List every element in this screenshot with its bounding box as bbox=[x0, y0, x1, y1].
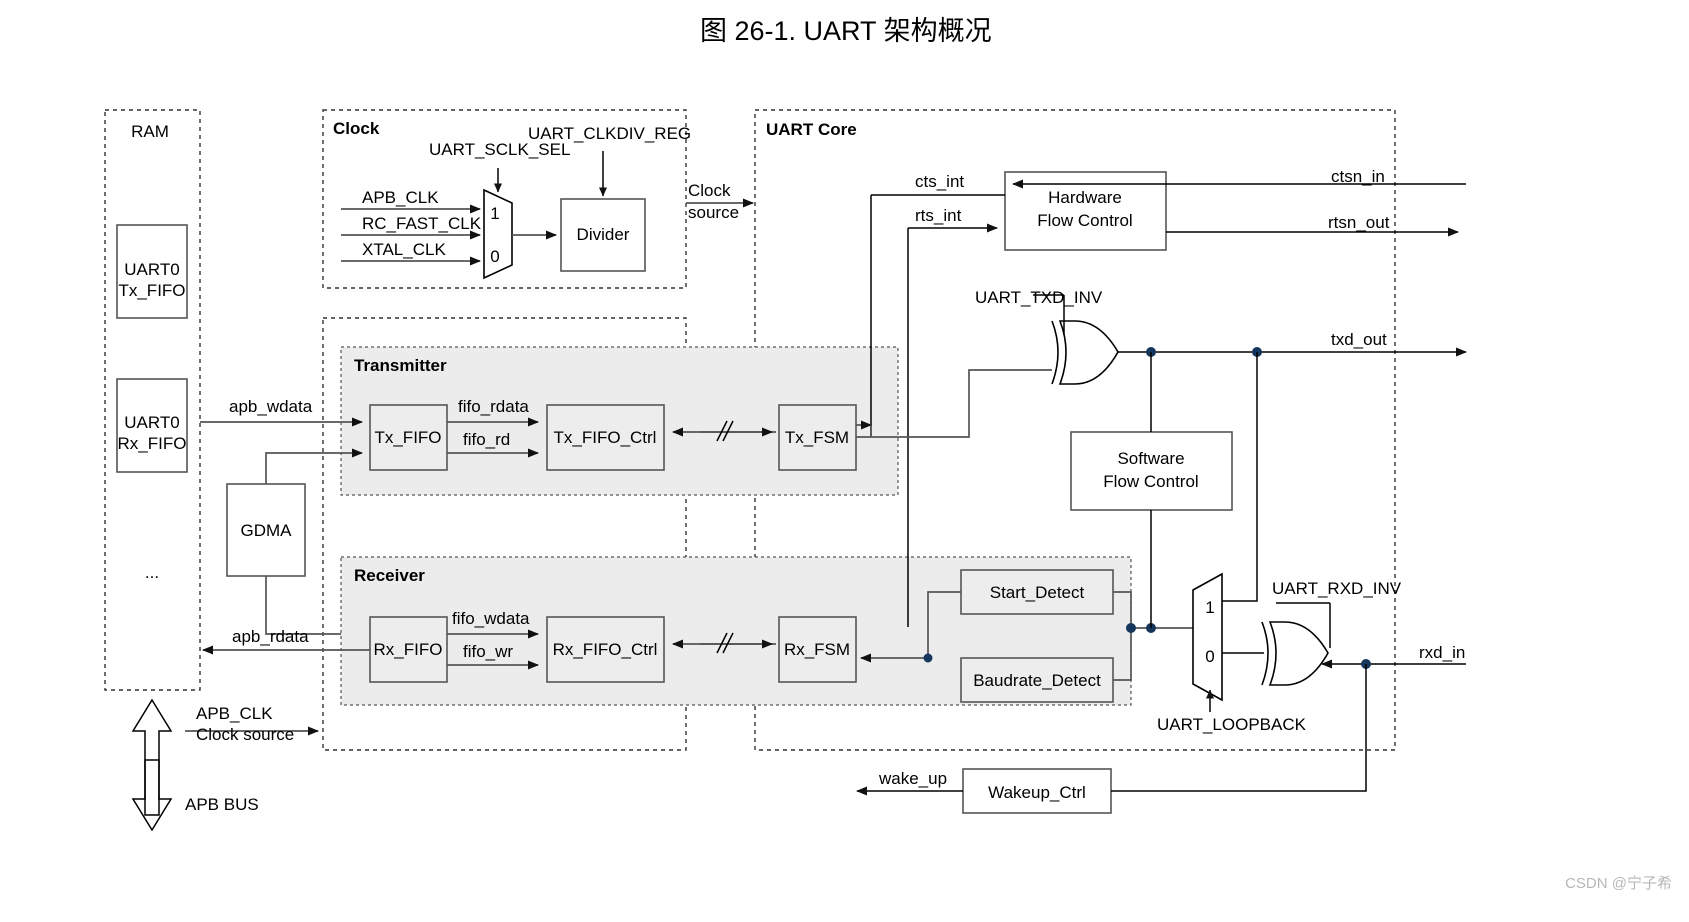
label-fifo-rdata: fifo_rdata bbox=[458, 397, 529, 416]
group-clock-label: Clock bbox=[333, 119, 380, 138]
diagram-canvas: 图 26-1. UART 架构概况 RAM UART0 Tx_FIFO UART… bbox=[0, 0, 1689, 922]
block-baudrate-detect-label: Baudrate_Detect bbox=[973, 671, 1101, 690]
block-sw-flow-line1: Software bbox=[1117, 449, 1184, 468]
block-hw-flow-line2: Flow Control bbox=[1037, 211, 1132, 230]
block-divider-label: Divider bbox=[577, 225, 630, 244]
block-sw-flow-line2: Flow Control bbox=[1103, 472, 1198, 491]
label-apb-rdata: apb_rdata bbox=[232, 627, 309, 646]
label-rc-fast-clk: RC_FAST_CLK bbox=[362, 214, 482, 233]
block-tx-fsm-label: Tx_FSM bbox=[785, 428, 849, 447]
apb-bus-clk-line1: APB_CLK bbox=[196, 704, 273, 723]
block-wakeup-ctrl-label: Wakeup_Ctrl bbox=[988, 783, 1086, 802]
label-clock-source-line1: Clock bbox=[688, 181, 731, 200]
block-ram-ellipsis: ... bbox=[145, 563, 159, 582]
xor-gate-txd bbox=[1058, 320, 1119, 385]
mux-uart-loopback bbox=[1192, 572, 1223, 702]
group-uart-core-label: UART Core bbox=[766, 120, 857, 139]
group-receiver-label: Receiver bbox=[354, 566, 425, 585]
mux-loopback-input-0: 0 bbox=[1205, 647, 1214, 666]
block-tx-fifo-label: Tx_FIFO bbox=[374, 428, 441, 447]
xor-gate-rxd bbox=[1268, 621, 1329, 686]
label-ctsn-in: ctsn_in bbox=[1331, 167, 1385, 186]
group-transmitter-label: Transmitter bbox=[354, 356, 447, 375]
junction-detect-out bbox=[1126, 623, 1136, 633]
group-ram-label: RAM bbox=[131, 122, 169, 141]
mux-clk-input-0: 0 bbox=[490, 247, 499, 266]
page-title: 图 26-1. UART 架构概况 bbox=[700, 16, 992, 46]
label-apb-clk: APB_CLK bbox=[362, 188, 439, 207]
xor-gate-txd-arc bbox=[1051, 320, 1059, 385]
label-rts-int: rts_int bbox=[915, 206, 962, 225]
junction-detect bbox=[923, 653, 933, 663]
apb-bus-clk-line2: Clock source bbox=[196, 725, 294, 744]
block-gdma-label: GDMA bbox=[241, 521, 293, 540]
block-uart0-rx-fifo-line2: Rx_FIFO bbox=[118, 434, 187, 453]
block-rx-fifo-ctrl-label: Rx_FIFO_Ctrl bbox=[553, 640, 658, 659]
block-rx-fifo-label: Rx_FIFO bbox=[374, 640, 443, 659]
block-software-flow-control bbox=[1070, 431, 1233, 511]
label-uart-loopback: UART_LOOPBACK bbox=[1157, 715, 1307, 734]
label-wake-up: wake_up bbox=[878, 769, 947, 788]
block-uart0-rx-fifo-line1: UART0 bbox=[124, 413, 179, 432]
block-uart0-tx-fifo-line2: Tx_FIFO bbox=[118, 281, 185, 300]
label-clock-source-line2: source bbox=[688, 203, 739, 222]
block-tx-fifo-ctrl-label: Tx_FIFO_Ctrl bbox=[554, 428, 657, 447]
apb-bus-arrow-up bbox=[131, 698, 173, 816]
watermark: CSDN @宁子希 bbox=[1565, 875, 1672, 892]
label-fifo-wr: fifo_wr bbox=[463, 642, 513, 661]
mux-loopback-input-1: 1 bbox=[1205, 598, 1214, 617]
apb-bus-label: APB BUS bbox=[185, 795, 259, 814]
label-fifo-wdata: fifo_wdata bbox=[452, 609, 530, 628]
label-xtal-clk: XTAL_CLK bbox=[362, 240, 446, 259]
label-uart-rxd-inv: UART_RXD_INV bbox=[1272, 579, 1402, 598]
block-rx-fsm-label: Rx_FSM bbox=[784, 640, 850, 659]
apb-bus-arrow-down bbox=[131, 759, 173, 832]
label-fifo-rd: fifo_rd bbox=[463, 430, 510, 449]
block-uart0-tx-fifo-line1: UART0 bbox=[124, 260, 179, 279]
block-start-detect-label: Start_Detect bbox=[990, 583, 1085, 602]
mux-clk-input-1: 1 bbox=[490, 204, 499, 223]
label-txd-out: txd_out bbox=[1331, 330, 1387, 349]
label-uart-txd-inv: UART_TXD_INV bbox=[975, 288, 1103, 307]
label-apb-wdata: apb_wdata bbox=[229, 397, 313, 416]
label-uart-clkdiv-reg: UART_CLKDIV_REG bbox=[528, 124, 691, 143]
label-cts-int: cts_int bbox=[915, 172, 964, 191]
label-rxd-in: rxd_in bbox=[1419, 643, 1465, 662]
block-hw-flow-line1: Hardware bbox=[1048, 188, 1122, 207]
label-rtsn-out: rtsn_out bbox=[1328, 213, 1390, 232]
